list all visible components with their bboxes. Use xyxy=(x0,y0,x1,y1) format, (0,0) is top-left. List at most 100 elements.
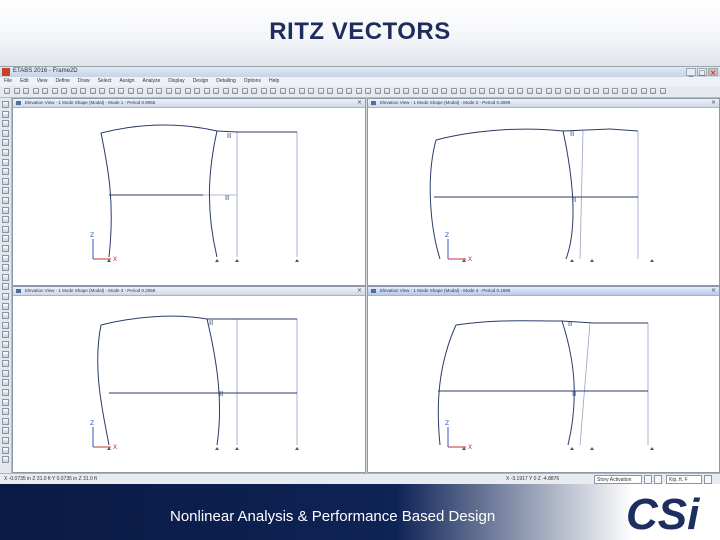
toolbar-button[interactable] xyxy=(517,88,523,94)
toolbar-button[interactable] xyxy=(184,88,191,94)
menu-help[interactable]: Help xyxy=(269,77,279,86)
toolbar-button[interactable] xyxy=(213,88,219,94)
maximize-icon[interactable]: □ xyxy=(697,68,707,77)
draw-tool-button[interactable] xyxy=(2,187,9,195)
draw-tool-button[interactable] xyxy=(2,350,9,358)
draw-tool-button[interactable] xyxy=(2,120,9,128)
toolbar-button[interactable] xyxy=(526,88,533,94)
toolbar-button[interactable] xyxy=(469,88,476,94)
toolbar-button[interactable] xyxy=(545,88,552,94)
draw-tool-button[interactable] xyxy=(2,293,9,300)
toolbar-button[interactable] xyxy=(498,88,504,94)
toolbar-button[interactable] xyxy=(612,88,618,94)
menu-draw[interactable]: Draw xyxy=(78,77,90,86)
draw-tool-button[interactable] xyxy=(2,369,9,377)
toolbar-button[interactable] xyxy=(555,88,561,94)
toolbar-button[interactable] xyxy=(251,88,257,94)
draw-tool-button[interactable] xyxy=(2,129,9,137)
toolbar-button[interactable] xyxy=(241,88,248,94)
draw-tool-button[interactable] xyxy=(2,101,9,108)
toolbar-button[interactable] xyxy=(346,88,352,94)
menu-assign[interactable]: Assign xyxy=(119,77,134,86)
draw-tool-button[interactable] xyxy=(2,408,9,416)
menu-options[interactable]: Options xyxy=(244,77,261,86)
draw-tool-button[interactable] xyxy=(2,456,9,464)
draw-tool-button[interactable] xyxy=(2,321,9,329)
draw-tool-button[interactable] xyxy=(2,245,9,252)
status-toggle-1[interactable] xyxy=(644,475,652,484)
toolbar-button[interactable] xyxy=(650,88,656,94)
draw-tool-button[interactable] xyxy=(2,312,9,320)
units-select[interactable]: Kip, ft, F xyxy=(666,475,702,484)
toolbar-button[interactable] xyxy=(536,88,542,94)
draw-tool-button[interactable] xyxy=(2,168,9,176)
toolbar-button[interactable] xyxy=(479,88,485,94)
toolbar-button[interactable] xyxy=(137,88,143,94)
toolbar-button[interactable] xyxy=(355,88,362,94)
draw-tool-button[interactable] xyxy=(2,283,9,291)
close-icon[interactable]: × xyxy=(357,287,362,295)
draw-tool-button[interactable] xyxy=(2,273,9,281)
draw-tool-button[interactable] xyxy=(2,254,9,262)
draw-tool-button[interactable] xyxy=(2,331,9,339)
elevation-view-mode-4[interactable]: Elevation View - 1 Mode Shape (Modal) - … xyxy=(367,286,720,473)
toolbar-button[interactable] xyxy=(507,88,514,94)
toolbar-button[interactable] xyxy=(89,88,96,94)
draw-tool-button[interactable] xyxy=(2,417,9,425)
toolbar-button[interactable] xyxy=(156,88,162,94)
draw-tool-button[interactable] xyxy=(2,206,9,214)
toolbar-button[interactable] xyxy=(384,88,390,94)
toolbar-button[interactable] xyxy=(70,88,77,94)
close-icon[interactable]: × xyxy=(708,68,718,77)
toolbar-button[interactable] xyxy=(574,88,580,94)
toolbar-button[interactable] xyxy=(450,88,457,94)
toolbar-button[interactable] xyxy=(374,88,381,94)
draw-tool-button[interactable] xyxy=(2,225,9,233)
toolbar-button[interactable] xyxy=(175,88,181,94)
draw-tool-button[interactable] xyxy=(2,389,9,396)
draw-tool-button[interactable] xyxy=(2,427,9,435)
toolbar-button[interactable] xyxy=(460,88,466,94)
toolbar-button[interactable] xyxy=(279,88,286,94)
menu-define[interactable]: Define xyxy=(55,77,69,86)
toolbar-button[interactable] xyxy=(260,88,267,94)
draw-tool-button[interactable] xyxy=(2,341,9,348)
toolbar-button[interactable] xyxy=(51,88,58,94)
toolbar-button[interactable] xyxy=(298,88,305,94)
toolbar-button[interactable] xyxy=(165,88,172,94)
toolbar-button[interactable] xyxy=(32,88,39,94)
draw-tool-button[interactable] xyxy=(2,235,9,243)
draw-tool-button[interactable] xyxy=(2,302,9,310)
menu-display[interactable]: Display xyxy=(168,77,184,86)
toolbar-button[interactable] xyxy=(127,88,134,94)
toolbar-button[interactable] xyxy=(403,88,409,94)
toolbar-button[interactable] xyxy=(289,88,295,94)
toolbar-button[interactable] xyxy=(203,88,210,94)
toolbar-button[interactable] xyxy=(327,88,333,94)
window-title-bar[interactable]: ETABS 2016 - Frame2D _ □ × xyxy=(0,67,720,77)
elevation-view-mode-2[interactable]: Elevation View - 1 Mode Shape (Modal) - … xyxy=(367,98,720,286)
close-icon[interactable]: × xyxy=(357,99,362,107)
toolbar-button[interactable] xyxy=(270,88,276,94)
close-icon[interactable]: × xyxy=(711,287,716,295)
toolbar-button[interactable] xyxy=(640,88,647,94)
draw-tool-button[interactable] xyxy=(2,360,9,368)
toolbar-button[interactable] xyxy=(99,88,105,94)
toolbar-button[interactable] xyxy=(602,88,609,94)
close-icon[interactable]: × xyxy=(711,99,716,107)
draw-tool-button[interactable] xyxy=(2,437,9,444)
toolbar-button[interactable] xyxy=(42,88,48,94)
draw-tool-button[interactable] xyxy=(2,446,9,454)
menu-detailing[interactable]: Detailing xyxy=(216,77,235,86)
draw-tool-button[interactable] xyxy=(2,149,9,156)
toolbar-button[interactable] xyxy=(564,88,571,94)
menu-analyze[interactable]: Analyze xyxy=(142,77,160,86)
story-select[interactable]: Story Activation xyxy=(594,475,642,484)
menu-select[interactable]: Select xyxy=(98,77,112,86)
toolbar-button[interactable] xyxy=(365,88,371,94)
toolbar-button[interactable] xyxy=(4,88,10,94)
toolbar-button[interactable] xyxy=(222,88,229,94)
draw-tool-button[interactable] xyxy=(2,139,9,147)
toolbar-button[interactable] xyxy=(593,88,599,94)
draw-tool-button[interactable] xyxy=(2,177,9,185)
